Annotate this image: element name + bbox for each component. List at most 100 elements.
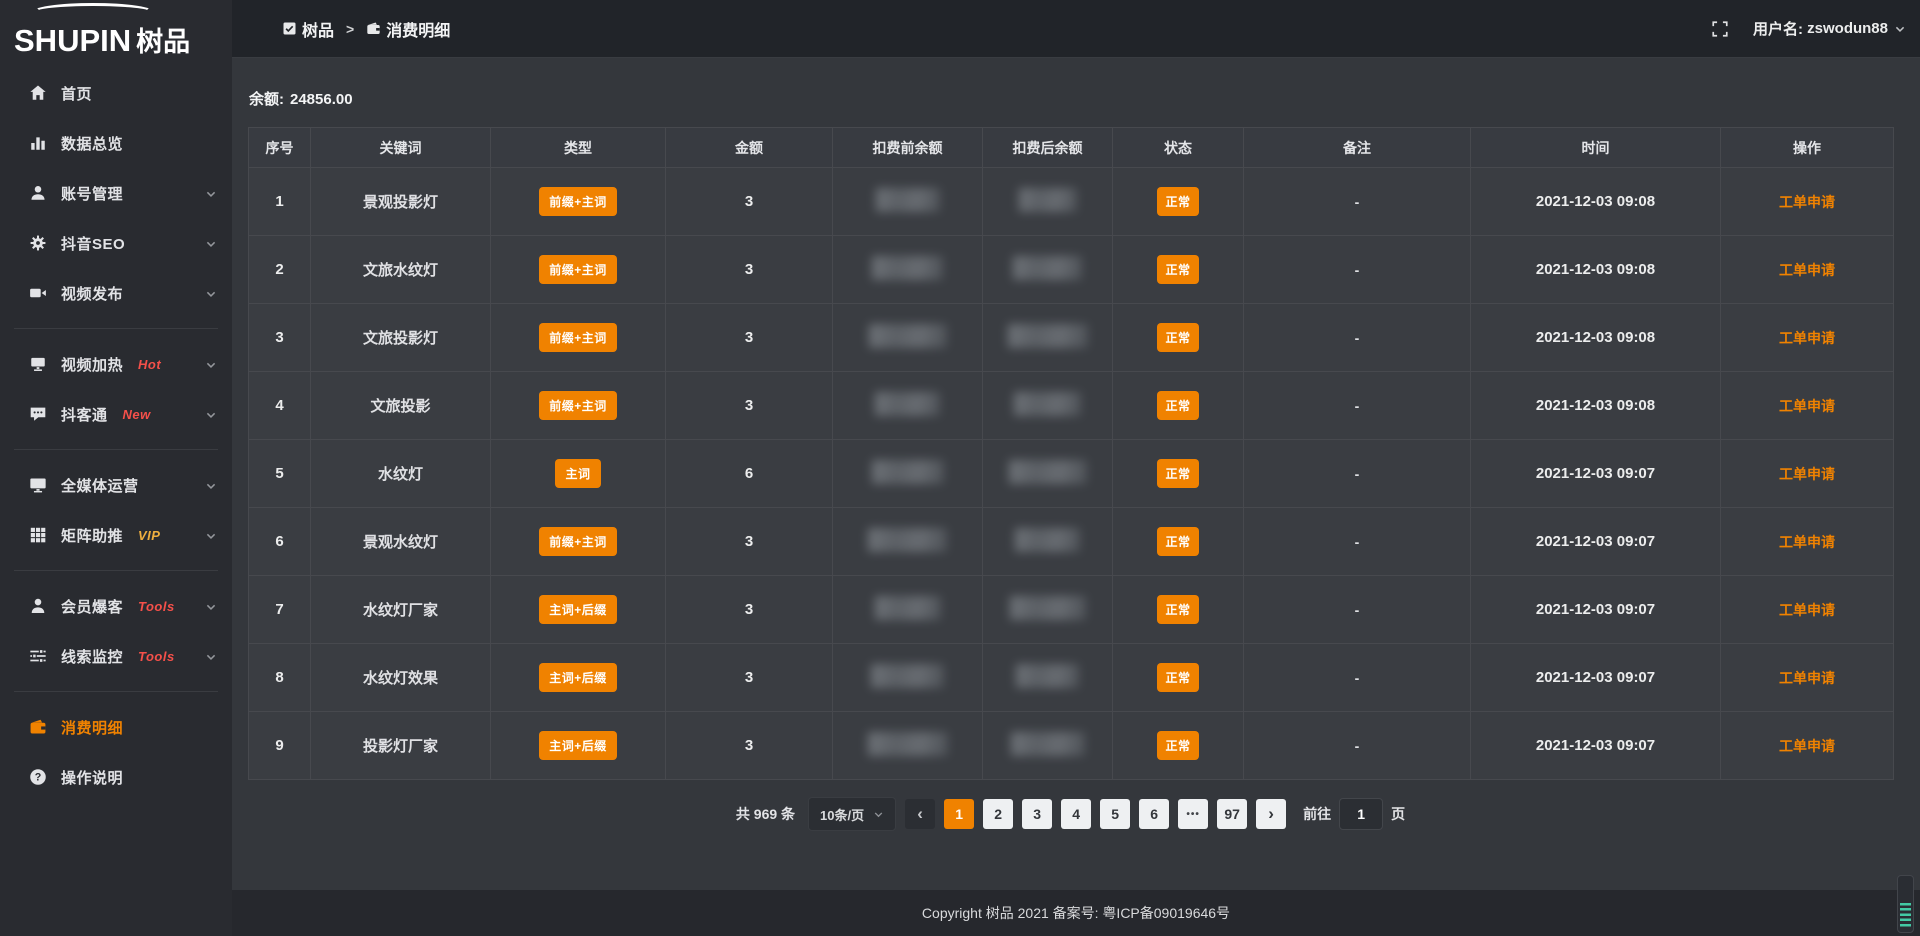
cell-balance-after-masked bbox=[983, 304, 1113, 372]
cell-index: 2 bbox=[249, 236, 311, 304]
sidebar-item-label: 抖音SEO bbox=[61, 233, 125, 254]
page-size-select[interactable]: 10条/页 bbox=[808, 797, 896, 831]
page-button-3[interactable]: 3 bbox=[1022, 799, 1052, 829]
sidebar-item-help[interactable]: ?操作说明 bbox=[0, 752, 232, 802]
username-label: 用户名: bbox=[1753, 18, 1803, 39]
sidebar-item-consume[interactable]: 消费明细 bbox=[0, 702, 232, 752]
sidebar-item-home[interactable]: 首页 bbox=[0, 68, 232, 118]
work-order-link[interactable]: 工单申请 bbox=[1779, 262, 1835, 278]
sidebar-item-seo[interactable]: 抖音SEO bbox=[0, 218, 232, 268]
work-order-link[interactable]: 工单申请 bbox=[1779, 670, 1835, 686]
cell-status: 正常 bbox=[1113, 576, 1244, 644]
chevron-down-icon bbox=[205, 358, 217, 370]
page-button-97[interactable]: 97 bbox=[1217, 799, 1247, 829]
sidebar-item-label: 全媒体运营 bbox=[61, 475, 139, 496]
cell-keyword: 投影灯厂家 bbox=[311, 712, 491, 780]
cell-action: 工单申请 bbox=[1721, 644, 1894, 712]
sidebar-item-label: 视频加热 bbox=[61, 354, 123, 375]
page-button-6[interactable]: 6 bbox=[1139, 799, 1169, 829]
work-order-link[interactable]: 工单申请 bbox=[1779, 602, 1835, 618]
column-header: 序号 bbox=[249, 128, 311, 168]
cell-action: 工单申请 bbox=[1721, 508, 1894, 576]
page-button-list: 123456 ••• 97 bbox=[944, 799, 1247, 829]
cell-keyword: 景观水纹灯 bbox=[311, 508, 491, 576]
user-menu[interactable]: 用户名: zswodun88 bbox=[1753, 18, 1906, 39]
breadcrumb-item-current[interactable]: 消费明细 bbox=[366, 17, 450, 41]
cell-balance-before-masked bbox=[833, 236, 983, 304]
type-badge: 前缀+主词 bbox=[539, 255, 617, 284]
cell-type: 主词+后缀 bbox=[491, 712, 666, 780]
sidebar-item-label: 首页 bbox=[61, 83, 92, 104]
cell-balance-before-masked bbox=[833, 644, 983, 712]
cell-amount: 3 bbox=[666, 372, 833, 440]
prev-page-button[interactable]: ‹ bbox=[905, 799, 935, 829]
cell-type: 前缀+主词 bbox=[491, 372, 666, 440]
table-row: 3文旅投影灯前缀+主词3正常-2021-12-03 09:08工单申请 bbox=[249, 304, 1894, 372]
goto-page-input[interactable] bbox=[1339, 798, 1383, 830]
sidebar-item-matrix[interactable]: 矩阵助推VIP bbox=[0, 510, 232, 560]
sidebar-item-doukatong[interactable]: 抖客通New bbox=[0, 389, 232, 439]
cell-keyword: 水纹灯效果 bbox=[311, 644, 491, 712]
page-button-2[interactable]: 2 bbox=[983, 799, 1013, 829]
cell-index: 4 bbox=[249, 372, 311, 440]
chevron-down-icon bbox=[205, 529, 217, 541]
work-order-link[interactable]: 工单申请 bbox=[1779, 466, 1835, 482]
cell-keyword: 水纹灯厂家 bbox=[311, 576, 491, 644]
sidebar-item-account[interactable]: 账号管理 bbox=[0, 168, 232, 218]
chevron-down-icon bbox=[205, 237, 217, 249]
cell-time: 2021-12-03 09:07 bbox=[1471, 508, 1721, 576]
column-header: 备注 bbox=[1244, 128, 1471, 168]
next-page-button[interactable]: › bbox=[1256, 799, 1286, 829]
table-header-row: 序号关键词类型金额扣费前余额扣费后余额状态备注时间操作 bbox=[249, 128, 1894, 168]
sidebar-item-publish[interactable]: 视频发布 bbox=[0, 268, 232, 318]
question-icon: ? bbox=[29, 768, 47, 786]
work-order-link[interactable]: 工单申请 bbox=[1779, 398, 1835, 414]
cell-type: 前缀+主词 bbox=[491, 304, 666, 372]
chevron-down-icon bbox=[205, 600, 217, 612]
cell-balance-before-masked bbox=[833, 168, 983, 236]
copyright-text: Copyright 树品 2021 备案号: 粤ICP备09019646号 bbox=[922, 903, 1230, 923]
sliders-icon bbox=[29, 647, 47, 665]
table-row: 6景观水纹灯前缀+主词3正常-2021-12-03 09:07工单申请 bbox=[249, 508, 1894, 576]
work-order-link[interactable]: 工单申请 bbox=[1779, 194, 1835, 210]
page-button-4[interactable]: 4 bbox=[1061, 799, 1091, 829]
sidebar-item-member[interactable]: 会员爆客Tools bbox=[0, 581, 232, 631]
page-ellipsis-button[interactable]: ••• bbox=[1178, 799, 1208, 829]
topbar: 树品 > 消费明细 用户名: zswodun88 bbox=[232, 0, 1920, 58]
mini-scrollbar-widget[interactable] bbox=[1897, 875, 1914, 933]
sidebar-item-label: 账号管理 bbox=[61, 183, 123, 204]
sidebar-item-label: 消费明细 bbox=[61, 717, 123, 738]
work-order-link[interactable]: 工单申请 bbox=[1779, 738, 1835, 754]
sidebar-item-heat[interactable]: 视频加热Hot bbox=[0, 339, 232, 389]
fullscreen-icon[interactable] bbox=[1711, 20, 1729, 38]
cell-type: 主词+后缀 bbox=[491, 644, 666, 712]
table-row: 7水纹灯厂家主词+后缀3正常-2021-12-03 09:07工单申请 bbox=[249, 576, 1894, 644]
goto-group: 前往 页 bbox=[1303, 798, 1405, 830]
user-area: 用户名: zswodun88 bbox=[1711, 18, 1906, 39]
type-badge: 前缀+主词 bbox=[539, 187, 617, 216]
work-order-link[interactable]: 工单申请 bbox=[1779, 330, 1835, 346]
monitor-icon bbox=[29, 476, 47, 494]
cell-time: 2021-12-03 09:07 bbox=[1471, 440, 1721, 508]
balance-label: 余额: bbox=[249, 91, 284, 108]
sidebar-item-media[interactable]: 全媒体运营 bbox=[0, 460, 232, 510]
logo[interactable]: SHUPIN 树品 bbox=[0, 0, 232, 62]
column-header: 时间 bbox=[1471, 128, 1721, 168]
work-order-link[interactable]: 工单申请 bbox=[1779, 534, 1835, 550]
breadcrumb-label: 消费明细 bbox=[386, 17, 450, 41]
sidebar-item-overview[interactable]: 数据总览 bbox=[0, 118, 232, 168]
page-button-5[interactable]: 5 bbox=[1100, 799, 1130, 829]
cell-amount: 3 bbox=[666, 644, 833, 712]
cell-keyword: 文旅水纹灯 bbox=[311, 236, 491, 304]
breadcrumb-item-home[interactable]: 树品 bbox=[282, 17, 334, 41]
cell-action: 工单申请 bbox=[1721, 236, 1894, 304]
page-button-1[interactable]: 1 bbox=[944, 799, 974, 829]
sidebar-item-clue[interactable]: 线索监控Tools bbox=[0, 631, 232, 681]
cell-time: 2021-12-03 09:08 bbox=[1471, 372, 1721, 440]
cell-amount: 3 bbox=[666, 712, 833, 780]
type-badge: 主词+后缀 bbox=[539, 663, 617, 692]
breadcrumb-label: 树品 bbox=[302, 17, 334, 41]
cell-amount: 3 bbox=[666, 304, 833, 372]
type-badge: 前缀+主词 bbox=[539, 527, 617, 556]
logo-arc-decoration bbox=[32, 3, 154, 21]
